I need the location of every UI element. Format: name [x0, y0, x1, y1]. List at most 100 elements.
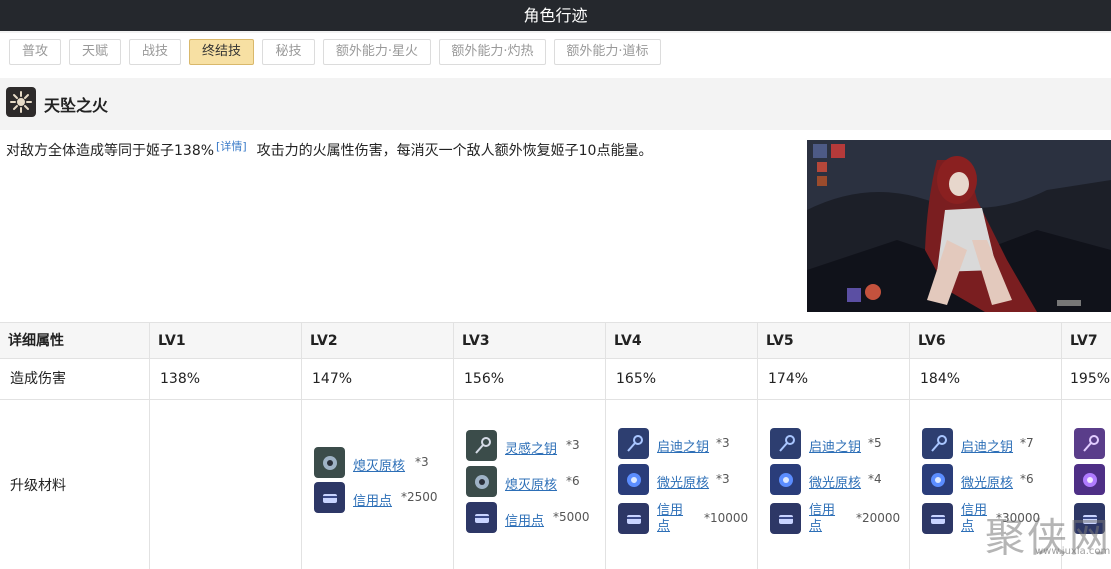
material-link[interactable]: 信用点 — [505, 510, 544, 529]
material-qty: *3 — [566, 438, 580, 452]
materials-cell-lv1 — [150, 400, 302, 569]
watermark-url: www.juxia.com — [1035, 546, 1111, 557]
upgrade-table: 详细属性 LV1 LV2 LV3 LV4 LV5 LV6 LV7 造成伤害 13… — [0, 322, 1111, 569]
detail-link[interactable]: [详情] — [216, 140, 247, 153]
material-item: 微光原核 *6 — [922, 464, 1062, 496]
window-title-bar: 角色行迹 — [0, 0, 1111, 31]
table-header-cell: LV7 — [1070, 333, 1098, 349]
materials-cell-lv2: 熄灭原核 *3 信用点 *2500 — [302, 400, 454, 569]
tab-talent[interactable]: 天赋 — [69, 39, 121, 65]
damage-value: 184% — [910, 359, 1062, 399]
material-qty: *6 — [1020, 472, 1034, 486]
extinguished-core-icon — [314, 447, 345, 478]
row-label: 升级材料 — [10, 478, 66, 494]
material-item: 启迪之钥 *3 — [618, 428, 758, 460]
table-header-cell: LV4 — [606, 323, 758, 358]
desc-text-after: 攻击力的火属性伤害，每消灭一个敌人额外恢复姬子10点能量。 — [256, 143, 653, 159]
material-link[interactable]: 熄灭原核 — [353, 455, 405, 474]
credit-icon — [466, 502, 497, 533]
table-row-materials: 升级材料 熄灭原核 *3 信用点 *2500 灵感之钥 *3 熄灭原核 *6 信… — [0, 400, 1111, 569]
material-item: 熄灭原核 *3 — [314, 447, 454, 479]
extinguished-core-icon — [466, 466, 497, 497]
material-item: 灵感之钥 *3 — [466, 430, 606, 462]
enlightenment-key-icon — [922, 428, 953, 459]
material-link[interactable]: 熄灭原核 — [505, 474, 557, 493]
title-divider — [0, 31, 1111, 33]
skill-name: 天坠之火 — [44, 96, 109, 115]
material-qty: *2500 — [401, 490, 438, 504]
credit-icon — [618, 503, 649, 534]
material-qty: *6 — [566, 474, 580, 488]
material-item: 信用点 *10000 — [618, 503, 758, 535]
material-qty: *5 — [868, 436, 882, 450]
material-item: 熄灭原核 *6 — [466, 466, 606, 498]
material-item: 启迪之钥 *5 — [770, 428, 910, 460]
tab-ultimate[interactable]: 终结技 — [189, 39, 254, 65]
skill-header: 天坠之火 — [0, 78, 1111, 130]
material-link[interactable]: 微光原核 — [657, 472, 709, 491]
table-header-cell: LV3 — [454, 323, 606, 358]
purple-core-icon — [1074, 464, 1105, 495]
materials-cell-lv3: 灵感之钥 *3 熄灭原核 *6 信用点 *5000 — [454, 400, 606, 569]
tab-extra-ability-beacon[interactable]: 额外能力·道标 — [554, 39, 661, 65]
table-header-cell: LV5 — [758, 323, 910, 358]
damage-value: 174% — [758, 359, 910, 399]
material-link[interactable]: 启迪之钥 — [809, 436, 861, 455]
tab-extra-ability-scorch[interactable]: 额外能力·灼热 — [439, 39, 546, 65]
table-row-damage: 造成伤害 138% 147% 156% 165% 174% 184% 195% — [0, 359, 1111, 400]
material-item: 微光原核 *3 — [618, 464, 758, 496]
table-header-cell: LV1 — [150, 323, 302, 358]
material-link[interactable]: 微光原核 — [961, 472, 1013, 491]
material-item: 信用点 *5000 — [466, 502, 606, 534]
page-title: 角色行迹 — [523, 6, 588, 25]
tab-basic-attack[interactable]: 普攻 — [9, 39, 61, 65]
tab-technique[interactable]: 秘技 — [262, 39, 315, 65]
table-header-cell: 详细属性 — [0, 323, 150, 358]
table-header-cell: LV2 — [302, 323, 454, 358]
skill-preview-image — [807, 140, 1111, 312]
table-header-cell: LV6 — [910, 323, 1062, 358]
credit-icon — [922, 503, 953, 534]
material-link[interactable]: 灵感之钥 — [505, 438, 557, 457]
material-link[interactable]: 信用点 — [809, 503, 841, 535]
purple-key-icon — [1074, 428, 1105, 459]
materials-cell-lv4: 启迪之钥 *3 微光原核 *3 信用点 *10000 — [606, 400, 758, 569]
material-qty: *4 — [868, 472, 882, 486]
material-link[interactable]: 信用点 — [353, 490, 392, 509]
material-link[interactable]: 信用点 — [657, 503, 689, 535]
row-label: 造成伤害 — [0, 359, 150, 399]
glimmering-core-icon — [770, 464, 801, 495]
damage-value: 138% — [150, 359, 302, 399]
materials-cell-lv5: 启迪之钥 *5 微光原核 *4 信用点 *20000 — [758, 400, 910, 569]
damage-value: 147% — [302, 359, 454, 399]
material-qty: *3 — [415, 455, 429, 469]
material-qty: *5000 — [553, 510, 590, 524]
glimmering-core-icon — [922, 464, 953, 495]
material-qty: *3 — [716, 436, 730, 450]
skill-description: 对敌方全体造成等同于姬子138% [详情] 攻击力的火属性伤害，每消灭一个敌人额外恢… — [6, 138, 652, 160]
damage-value: 156% — [454, 359, 606, 399]
desc-text-before: 对敌方全体造成等同于姬子138% — [6, 143, 215, 159]
material-link[interactable]: 微光原核 — [809, 472, 861, 491]
material-item: 启迪之钥 *7 — [922, 428, 1062, 460]
material-link[interactable]: 启迪之钥 — [657, 436, 709, 455]
credit-icon — [770, 503, 801, 534]
material-qty: *3 — [716, 472, 730, 486]
material-qty: *20000 — [856, 511, 901, 525]
tab-skill[interactable]: 战技 — [129, 39, 181, 65]
row-label-cell: 升级材料 — [0, 400, 150, 569]
table-header-row: 详细属性 LV1 LV2 LV3 LV4 LV5 LV6 LV7 — [0, 323, 1111, 359]
enlightenment-key-icon — [770, 428, 801, 459]
damage-value: 165% — [606, 359, 758, 399]
material-item: 微光原核 *4 — [770, 464, 910, 496]
enlightenment-key-icon — [618, 428, 649, 459]
material-qty: *10000 — [704, 511, 749, 525]
damage-value: 195% — [1070, 371, 1111, 387]
credit-icon — [314, 482, 345, 513]
fire-burst-icon — [6, 87, 36, 117]
glimmering-core-icon — [618, 464, 649, 495]
tab-extra-ability-spark[interactable]: 额外能力·星火 — [323, 39, 431, 65]
key-icon — [466, 430, 497, 461]
material-link[interactable]: 启迪之钥 — [961, 436, 1013, 455]
material-item: 信用点 *20000 — [770, 503, 910, 535]
